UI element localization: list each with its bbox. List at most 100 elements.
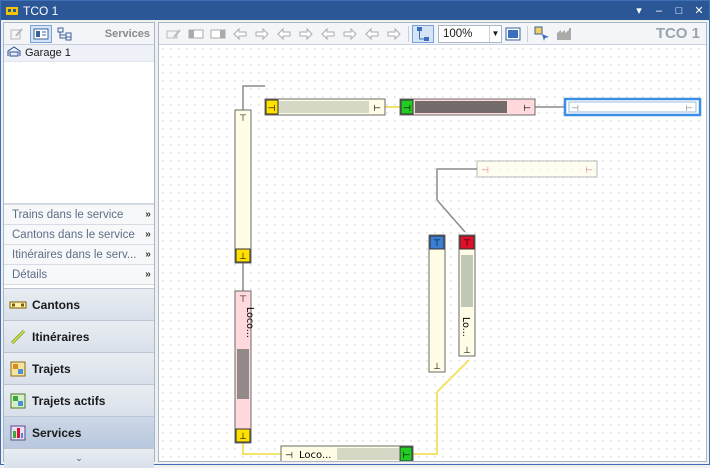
buffer-icon: ⊢ [685,104,693,114]
block-top-right-selected[interactable]: ⊣ ⊢ [563,97,702,117]
expand-icon[interactable]: » [142,269,154,280]
nav-overflow-button[interactable]: ⌄ [4,448,154,468]
edit-icon[interactable] [6,25,28,43]
sidebar-title: Services [104,27,150,40]
buffer-icon: ⊥ [433,362,441,372]
track-lines [242,85,565,455]
arrow-left-icon[interactable] [317,25,339,43]
section-label: Itinéraires dans le serv... [12,248,137,261]
section-trains[interactable]: Trains dans le service » [4,204,154,224]
zoom-value: 100% [443,27,473,40]
block-top-left[interactable]: ⊣ ⊢ [264,98,386,116]
block-left-icon[interactable] [185,25,207,43]
block-left-upper[interactable]: ⊤ ⊥ [234,109,252,264]
buffer-icon: ⊤ [239,114,247,124]
nav-label: Itinéraires [32,329,90,344]
track-segment [436,199,466,233]
arrow-left-icon[interactable] [273,25,295,43]
nav-cantons[interactable]: Cantons [4,288,154,320]
buffer-icon: ⊣ [268,104,276,114]
buffer-icon: ⊣ [403,104,411,114]
service-tree: Garage 1 [4,45,154,204]
nav-label: Services [32,425,82,440]
section-label: Trains dans le service [12,208,124,221]
track-segment [242,85,265,110]
nav-services[interactable]: Services [4,416,154,448]
track-segment [436,168,477,200]
buffer-icon: ⊢ [585,166,593,176]
menu-icon[interactable]: ▾ [629,2,649,20]
section-itineraires[interactable]: Itinéraires dans le serv... » [4,244,154,264]
buffer-icon: ⊣ [285,451,293,461]
track-canvas[interactable]: ⊣ ⊢ ⊣ ⊢ ⊣ ⊢ ⊣ ⊢ ⊤ ⊥ ⊤ ⊥ Loco... ⊤ ⊥ ⊤ ⊥ … [159,45,706,463]
minimize-icon[interactable]: – [649,2,669,20]
block-right-icon[interactable] [207,25,229,43]
arrow-right-icon[interactable] [339,25,361,43]
nav-label: Trajets [32,361,71,376]
arrow-right-icon[interactable] [295,25,317,43]
zoom-select[interactable]: 100% ▼ [438,24,502,43]
track-segment [242,443,281,455]
expand-icon[interactable]: » [142,209,154,220]
block-right-blue[interactable]: ⊤ ⊥ [428,234,446,373]
chevron-down-icon: ⌄ [75,453,83,463]
block-left-lower[interactable]: ⊤ ⊥ Loco... [234,290,255,444]
tco-toolbar: 100% ▼ TCO 1 [159,23,706,45]
arrow-right-icon[interactable] [383,25,405,43]
list-view-icon[interactable] [30,24,52,43]
select-objects-icon[interactable] [531,25,553,43]
tco-panel: 100% ▼ TCO 1 ⊣ ⊢ ⊣ ⊢ ⊣ ⊢ ⊣ ⊢ ⊤ ⊥ ⊤ ⊥ Loc… [158,22,707,463]
garage-icon [7,46,21,60]
close-icon[interactable]: ✕ [689,2,709,20]
tree-item-label: Garage 1 [25,47,71,59]
edit-block-icon[interactable] [163,25,185,43]
window-title: TCO 1 [23,3,59,18]
block-middle-right[interactable]: ⊣ ⊢ [476,160,598,178]
block-right-red[interactable]: ⊤ ⊥ Lo... [458,234,476,357]
tree-item-garage[interactable]: Garage 1 [4,45,154,62]
buffer-icon: ⊥ [239,252,247,262]
sidebar-toolbar: Services [4,23,154,45]
toolbar-separator [408,25,409,42]
tco-title: TCO 1 [655,25,700,42]
buffer-icon: ⊢ [523,104,531,114]
arrow-left-icon[interactable] [361,25,383,43]
itineraires-icon [9,329,27,345]
app-icon [5,4,19,18]
nav-label: Cantons [32,297,80,312]
tree-view-icon[interactable] [54,25,76,43]
buffer-icon: ⊤ [239,295,247,305]
nav-itineraires[interactable]: Itinéraires [4,320,154,352]
nav-trajets[interactable]: Trajets [4,352,154,384]
tco-window: TCO 1 ▾ – □ ✕ Services Garage 1 Trains d… [0,0,710,468]
track-diagram: ⊣ ⊢ ⊣ ⊢ ⊣ ⊢ ⊣ ⊢ ⊤ ⊥ ⊤ ⊥ Loco... ⊤ ⊥ ⊤ ⊥ … [234,85,702,463]
layout-icon[interactable] [412,24,434,43]
buffer-icon: ⊢ [373,104,381,114]
section-details[interactable]: Détails » [4,264,154,284]
section-label: Détails [12,268,48,281]
buffer-icon: ⊣ [481,166,489,176]
trajets-actifs-icon [9,393,27,409]
services-panel: Services Garage 1 Trains dans le service… [3,22,155,468]
buffer-icon: ⊢ [402,451,410,461]
arrow-right-icon[interactable] [251,25,273,43]
block-top-middle[interactable]: ⊣ ⊢ [399,98,536,116]
buffer-icon: ⊤ [433,239,441,249]
toolbar-separator [527,25,528,42]
nav-label: Trajets actifs [32,393,106,408]
buffer-icon: ⊤ [463,239,471,249]
buffer-icon: ⊥ [463,346,471,356]
expand-icon[interactable]: » [142,249,154,260]
factory-icon[interactable] [553,25,575,43]
section-cantons[interactable]: Cantons dans le service » [4,224,154,244]
trajets-icon [9,361,27,377]
arrow-left-icon[interactable] [229,25,251,43]
nav-trajets-actifs[interactable]: Trajets actifs [4,384,154,416]
services-icon [9,425,27,441]
block-label: Loco... [299,450,332,461]
block-bottom[interactable]: ⊣ ⊢ Loco... [280,445,414,463]
maximize-icon[interactable]: □ [669,2,689,20]
chevron-down-icon[interactable]: ▼ [489,25,501,42]
expand-icon[interactable]: » [142,229,154,240]
fit-window-icon[interactable] [502,25,524,43]
